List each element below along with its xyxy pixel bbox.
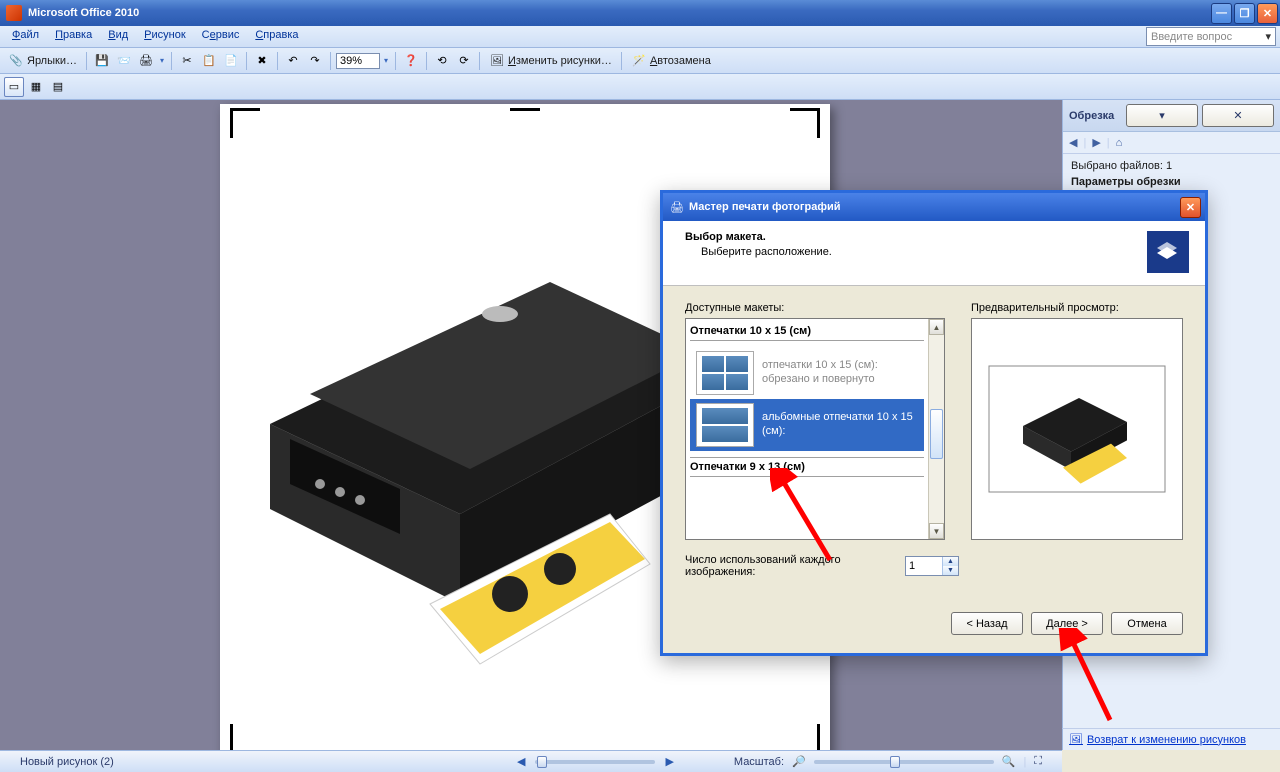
toolbar-views: ▭ ▦ ▤ (0, 74, 1280, 100)
selected-files-label: Выбрано файлов: 1 (1071, 160, 1272, 172)
restore-button[interactable]: ❐ (1234, 3, 1255, 24)
uses-label: Число использований каждого изображения: (685, 554, 895, 578)
dialog-title: Мастер печати фотографий (689, 201, 1180, 213)
spin-down-icon[interactable]: ▼ (942, 566, 958, 575)
nav-home-icon[interactable]: ⌂ (1116, 137, 1123, 149)
task-pane-nav: ◀| ▶| ⌂ (1063, 132, 1280, 154)
menu-tools[interactable]: Сервис (194, 26, 248, 47)
wizard-logo-icon (1147, 231, 1189, 273)
shortcuts-icon: 📎 (8, 53, 24, 69)
delete-icon[interactable]: ✖ (252, 51, 272, 71)
zoom-combo[interactable]: 39% (336, 53, 380, 69)
status-bar: Новый рисунок (2) ◀ ▶ Масштаб: 🔎 🔍 | ⛶ (0, 750, 1062, 772)
prev-image-icon[interactable]: ◀ (517, 755, 525, 768)
scroll-thumb[interactable] (930, 409, 943, 459)
edit-pictures-icon: 🖼 (489, 53, 505, 69)
filmstrip-view-icon[interactable]: ▤ (48, 77, 68, 97)
status-filename: Новый рисунок (2) (20, 756, 114, 768)
next-image-icon[interactable]: ▶ (665, 755, 673, 768)
autofix-icon: 🪄 (631, 53, 647, 69)
layout-group-10x15: Отпечатки 10 x 15 (см) (690, 325, 924, 341)
menu-file[interactable]: Файл (4, 26, 47, 47)
window-title: Microsoft Office 2010 (28, 7, 1211, 19)
menu-help[interactable]: Справка (247, 26, 306, 47)
task-pane-dropdown-icon[interactable]: ▾ (1126, 104, 1198, 127)
rotate-right-icon[interactable]: ⟳ (454, 51, 474, 71)
available-layouts-label: Доступные макеты: (685, 302, 945, 314)
menu-picture[interactable]: Рисунок (136, 26, 194, 47)
uses-input[interactable] (906, 557, 942, 575)
cancel-button[interactable]: Отмена (1111, 612, 1183, 635)
spin-up-icon[interactable]: ▲ (942, 557, 958, 566)
menu-edit[interactable]: Правка (47, 26, 100, 47)
layout-thumb-landscape (696, 403, 754, 447)
layout-item-landscape[interactable]: альбомные отпечатки 10 x 15 (см): (690, 399, 924, 451)
menu-view[interactable]: Вид (100, 26, 136, 47)
cut-icon[interactable]: ✂ (177, 51, 197, 71)
help-icon[interactable]: ❓ (401, 51, 421, 71)
undo-icon[interactable]: ↶ (283, 51, 303, 71)
nav-back-icon[interactable]: ◀ (1069, 136, 1077, 149)
task-pane-footer: 🖼 Возврат к изменению рисунков (1062, 728, 1280, 750)
back-button[interactable]: < Назад (951, 612, 1023, 635)
print-icon[interactable]: 🖨 (136, 51, 156, 71)
file-slider[interactable] (535, 760, 655, 764)
dialog-header: Выбор макета. Выберите расположение. (663, 221, 1205, 286)
zoom-dropdown[interactable]: ▾ (382, 51, 390, 71)
menu-bar: Файл Правка Вид Рисунок Сервис Справка В… (0, 26, 1280, 48)
scroll-up-icon[interactable]: ▲ (929, 319, 944, 335)
window-titlebar: Microsoft Office 2010 — ❐ ✕ (0, 0, 1280, 26)
window-close-button[interactable]: ✕ (1257, 3, 1278, 24)
layout-scrollbar[interactable]: ▲ ▼ (928, 319, 944, 539)
toolbar-main: 📎 Ярлыки… 💾 📨 🖨 ▾ ✂ 📋 📄 ✖ ↶ ↷ 39% ▾ ❓ ⟲ … (0, 48, 1280, 74)
paste-icon[interactable]: 📄 (221, 51, 241, 71)
print-dropdown[interactable]: ▾ (158, 51, 166, 71)
scroll-down-icon[interactable]: ▼ (929, 523, 944, 539)
dialog-subheading: Выберите расположение. (701, 246, 1147, 258)
task-pane-title: Обрезка (1069, 110, 1122, 122)
crop-params-label: Параметры обрезки (1071, 176, 1272, 188)
dialog-close-button[interactable]: ✕ (1180, 197, 1201, 218)
autofix-button[interactable]: 🪄 Автозамена (627, 51, 715, 71)
zoom-slider[interactable] (814, 760, 994, 764)
single-view-icon[interactable]: ▭ (4, 77, 24, 97)
mail-icon[interactable]: 📨 (114, 51, 134, 71)
layout-group-9x13: Отпечатки 9 x 13 (см) (690, 457, 924, 477)
dialog-heading: Выбор макета. (685, 231, 1147, 243)
wizard-icon: 🖨 (669, 199, 685, 215)
edit-pictures-button[interactable]: 🖼 Изменить рисунки… (485, 51, 616, 71)
next-button[interactable]: Далее > (1031, 612, 1103, 635)
rotate-left-icon[interactable]: ⟲ (432, 51, 452, 71)
print-wizard-dialog: 🖨 Мастер печати фотографий ✕ Выбор макет… (660, 190, 1208, 656)
preview-box (971, 318, 1183, 540)
layout-item-portrait[interactable]: отпечатки 10 x 15 (см):обрезано и поверн… (690, 347, 924, 399)
back-to-edit-link[interactable]: 🖼 Возврат к изменению рисунков (1069, 733, 1274, 746)
redo-icon[interactable]: ↷ (305, 51, 325, 71)
task-pane-close-icon[interactable]: ✕ (1202, 104, 1274, 127)
minimize-button[interactable]: — (1211, 3, 1232, 24)
zoom-out-icon[interactable]: 🔎 (792, 755, 806, 768)
copy-icon[interactable]: 📋 (199, 51, 219, 71)
zoom-in-icon[interactable]: 🔍 (1002, 755, 1016, 768)
back-to-edit-icon: 🖼 (1069, 733, 1083, 746)
fit-window-icon[interactable]: ⛶ (1034, 755, 1042, 768)
preview-label: Предварительный просмотр: (971, 302, 1183, 314)
dialog-titlebar[interactable]: 🖨 Мастер печати фотографий ✕ (663, 193, 1205, 221)
layout-list[interactable]: Отпечатки 10 x 15 (см) отпечатки 10 x 15… (685, 318, 945, 540)
app-icon (6, 5, 22, 21)
nav-forward-icon[interactable]: ▶ (1092, 136, 1100, 149)
zoom-label: Масштаб: (734, 756, 784, 768)
uses-spinner[interactable]: ▲▼ (905, 556, 959, 576)
help-search-input[interactable]: Введите вопрос ▾ (1146, 27, 1276, 46)
layout-thumb-portrait (696, 351, 754, 395)
save-icon[interactable]: 💾 (92, 51, 112, 71)
thumbnail-view-icon[interactable]: ▦ (26, 77, 46, 97)
task-pane-header: Обрезка ▾ ✕ (1063, 100, 1280, 132)
shortcuts-button[interactable]: 📎 Ярлыки… (4, 51, 81, 71)
